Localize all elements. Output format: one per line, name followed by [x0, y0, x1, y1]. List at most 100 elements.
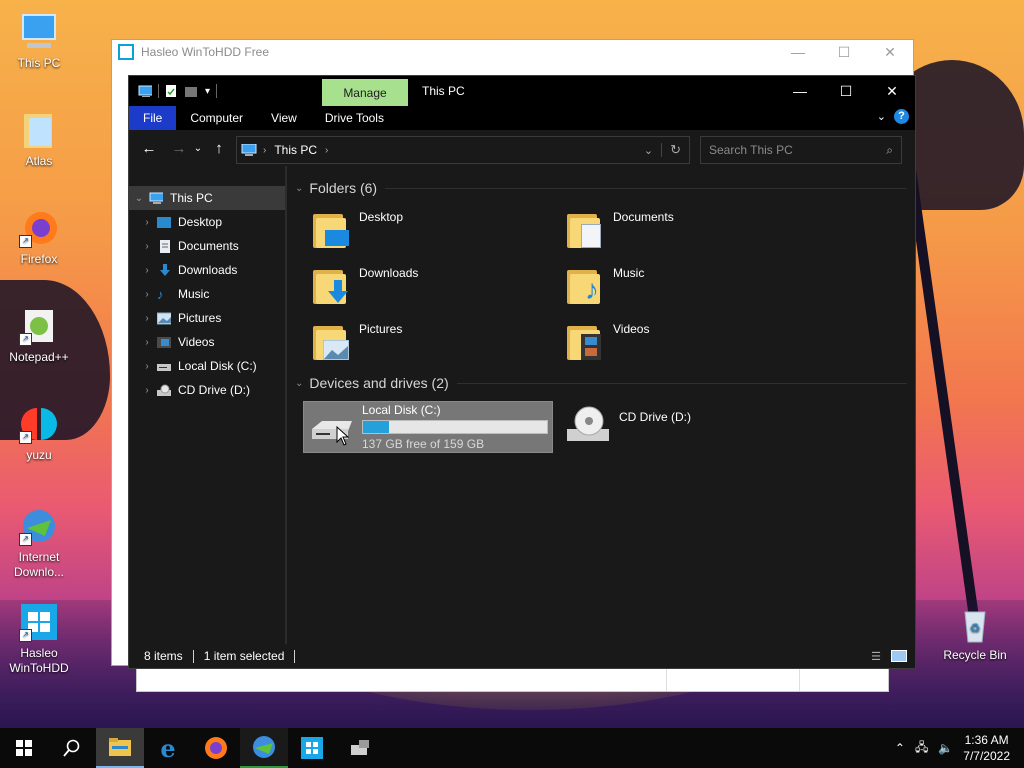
new-folder-icon[interactable]	[185, 85, 199, 97]
minimize-icon[interactable]: —	[775, 44, 821, 61]
show-hidden-icons-icon[interactable]: ⌃	[895, 741, 905, 755]
nav-item-downloads[interactable]: › Downloads	[129, 258, 285, 282]
desktop-icon-atlas[interactable]: Atlas	[1, 110, 77, 169]
chevron-right-icon[interactable]: ›	[137, 241, 157, 252]
folder-label: Videos	[613, 322, 650, 336]
chevron-down-icon[interactable]: ⌄	[295, 183, 303, 194]
tab-view[interactable]: View	[257, 106, 311, 130]
nav-item-label: This PC	[170, 191, 213, 205]
nav-item-music[interactable]: › ♪ Music	[129, 282, 285, 306]
chevron-down-icon[interactable]: ⌄	[295, 378, 303, 389]
downloads-folder-icon	[313, 266, 349, 306]
chevron-right-icon[interactable]: ›	[137, 337, 157, 348]
folder-tile-downloads[interactable]: Downloads	[313, 266, 418, 306]
nav-item-videos[interactable]: › Videos	[129, 330, 285, 354]
breadcrumb-chevron-icon[interactable]: ›	[325, 145, 328, 156]
hasleo-titlebar[interactable]: Hasleo WinToHDD Free — ☐ ✕	[112, 40, 913, 64]
drive-tile-cd-drive-d[interactable]: CD Drive (D:)	[561, 401, 801, 451]
desktop-icon-recycle-bin[interactable]: ♻ Recycle Bin	[937, 604, 1013, 663]
search-input[interactable]: Search This PC	[709, 143, 793, 157]
customize-qat-icon[interactable]: ▾	[205, 86, 210, 97]
chevron-right-icon[interactable]: ›	[137, 313, 157, 324]
desktop-icon-label: yuzu	[26, 448, 52, 462]
folder-tile-documents[interactable]: Documents	[567, 210, 674, 250]
desktop-icon-notepadpp[interactable]: ↗ Notepad++	[1, 306, 77, 365]
search-box[interactable]: Search This PC ⌕	[700, 136, 902, 164]
nav-item-documents[interactable]: › Documents	[129, 234, 285, 258]
minimize-icon[interactable]: —	[777, 76, 823, 106]
nav-item-label: Documents	[178, 239, 239, 253]
explorer-body: ⌄ This PC › Desktop › Documents › Downlo…	[129, 166, 915, 644]
refresh-icon[interactable]: ↻	[670, 142, 681, 158]
help-icon[interactable]: ?	[894, 109, 909, 124]
search-icon[interactable]: ⌕	[886, 143, 893, 158]
folder-tile-desktop[interactable]: Desktop	[313, 210, 403, 250]
desktop-icon-internet-download-manager[interactable]: ↗ Internet Downlo...	[1, 506, 77, 580]
maximize-icon[interactable]: ☐	[823, 76, 869, 106]
taskbar-internet-download-manager[interactable]	[240, 728, 288, 768]
music-note-icon: ♪	[157, 286, 164, 302]
breadcrumb-this-pc[interactable]: This PC	[274, 143, 317, 157]
clock[interactable]: 1:36 AM 7/7/2022	[963, 732, 1010, 764]
tab-drive-tools[interactable]: Drive Tools	[311, 106, 398, 130]
mouse-cursor-icon	[336, 426, 350, 446]
properties-icon[interactable]	[165, 85, 179, 97]
desktop-icon-yuzu[interactable]: ↗ yuzu	[1, 404, 77, 463]
close-icon[interactable]: ✕	[869, 76, 915, 106]
folder-tile-videos[interactable]: Videos	[567, 322, 649, 362]
nav-item-pictures[interactable]: › Pictures	[129, 306, 285, 330]
chevron-right-icon[interactable]: ›	[137, 265, 157, 276]
recycle-bin-icon: ♻	[955, 604, 995, 644]
breadcrumb-separator-icon: ›	[263, 144, 267, 156]
large-icons-view-icon[interactable]	[891, 650, 907, 662]
explorer-titlebar[interactable]: ▾ Manage This PC — ☐ ✕	[129, 76, 915, 106]
folder-tile-music[interactable]: ♪ Music	[567, 266, 644, 306]
close-icon[interactable]: ✕	[867, 44, 913, 61]
expand-ribbon-icon[interactable]: ⌄	[877, 110, 886, 123]
back-arrow-icon[interactable]: ←	[137, 140, 161, 157]
folder-tile-pictures[interactable]: Pictures	[313, 322, 402, 362]
tab-manage[interactable]: Manage	[322, 79, 408, 106]
chevron-right-icon[interactable]: ›	[137, 289, 157, 300]
details-view-icon[interactable]: ☰	[871, 650, 881, 663]
volume-muted-icon[interactable]: 🔈	[938, 741, 953, 755]
maximize-icon[interactable]: ☐	[821, 44, 867, 61]
group-header-devices[interactable]: ⌄ Devices and drives (2)	[295, 375, 907, 391]
chevron-right-icon[interactable]: ›	[137, 361, 157, 372]
desktop-icon-this-pc[interactable]: This PC	[1, 12, 77, 71]
network-icon[interactable]: 🖧	[915, 738, 928, 759]
nav-item-cd-drive-d[interactable]: › CD Drive (D:)	[129, 378, 285, 402]
nav-item-desktop[interactable]: › Desktop	[129, 210, 285, 234]
nav-item-this-pc[interactable]: ⌄ This PC	[129, 186, 285, 210]
taskbar-file-explorer[interactable]	[96, 728, 144, 768]
chevron-down-icon[interactable]: ⌄	[129, 193, 149, 204]
search-button[interactable]	[48, 728, 96, 768]
group-header-label: Devices and drives (2)	[309, 375, 449, 391]
recent-locations-icon[interactable]: ⌄	[191, 143, 205, 154]
tab-file[interactable]: File	[129, 106, 177, 130]
desktop-icon-hasleo[interactable]: ↗ Hasleo WinToHDD	[1, 602, 77, 676]
address-dropdown-icon[interactable]: ⌄	[644, 144, 653, 157]
taskbar-usb-tool[interactable]	[336, 728, 384, 768]
group-header-folders[interactable]: ⌄ Folders (6)	[295, 180, 907, 196]
taskbar-hasleo[interactable]	[288, 728, 336, 768]
windows-logo-icon	[16, 740, 32, 756]
nav-item-local-disk-c[interactable]: › Local Disk (C:)	[129, 354, 285, 378]
start-button[interactable]	[0, 728, 48, 768]
up-arrow-icon[interactable]: ↑	[207, 140, 231, 157]
tab-computer[interactable]: Computer	[176, 106, 257, 130]
file-explorer-window[interactable]: ▾ Manage This PC — ☐ ✕ File Computer Vie…	[128, 75, 916, 669]
windows-logo-icon	[301, 737, 323, 759]
this-pc-small-icon	[138, 85, 152, 97]
desktop-icon-firefox[interactable]: ↗ Firefox	[1, 208, 77, 267]
taskbar-internet-explorer[interactable]: e	[144, 728, 192, 768]
shortcut-arrow-icon: ↗	[19, 235, 32, 248]
forward-arrow-icon[interactable]: →	[167, 140, 191, 157]
address-bar[interactable]: › This PC › ⌄ ↻	[236, 136, 690, 164]
chevron-right-icon[interactable]: ›	[137, 217, 157, 228]
taskbar-firefox[interactable]	[192, 728, 240, 768]
pictures-icon	[157, 312, 171, 324]
search-icon	[63, 739, 80, 757]
desktop-icon-label: Atlas	[25, 154, 53, 168]
chevron-right-icon[interactable]: ›	[137, 385, 157, 396]
